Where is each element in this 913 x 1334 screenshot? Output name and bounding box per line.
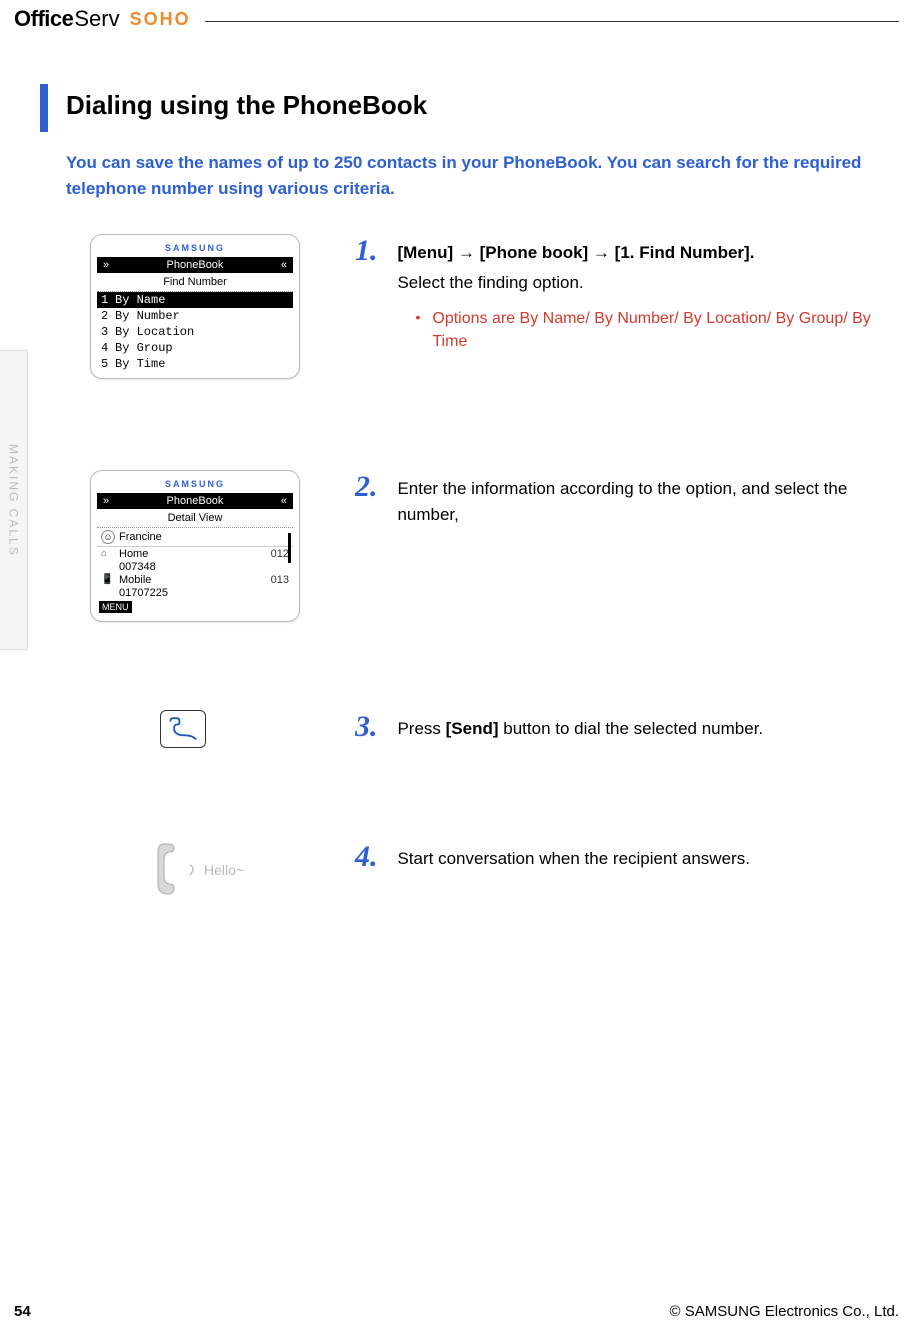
step1-menu-path: [Menu] → [Phone book] → [1. Find Number]… (397, 243, 754, 262)
phone1-titlebar: » PhoneBook « (97, 257, 293, 273)
phone2-nav-right: « (281, 495, 287, 507)
bullet-dot-icon: • (415, 307, 432, 353)
step2-number: 2. (355, 470, 393, 504)
page-subtitle: You can save the names of up to 250 cont… (66, 150, 893, 201)
phone1-row-2: 2By Number (97, 308, 293, 324)
phone1-title: PhoneBook (167, 259, 224, 271)
phone1-row-3: 3By Location (97, 324, 293, 340)
phone1-brand: SAMSUNG (97, 241, 293, 257)
hello-bubble: Hello~ (204, 862, 244, 878)
phone2-menu-softkey: MENU (99, 601, 132, 613)
phone-screenshot-1: SAMSUNG » PhoneBook « Find Number 1By Na… (90, 234, 300, 379)
step-3: 3. Press [Send] button to dial the selec… (90, 710, 883, 748)
phone2-mobile-prefix: 013 (271, 574, 289, 586)
step2-text: Enter the information according to the o… (397, 479, 847, 524)
phone2-home-prefix: 012 (271, 548, 289, 560)
section-tab: MAKING CALLS (0, 350, 28, 650)
title-block: Dialing using the PhoneBook You can save… (40, 80, 893, 201)
phone2-contact-name: Francine (119, 531, 162, 543)
page-title: Dialing using the PhoneBook (66, 80, 427, 121)
phone2-home-row: ⌂ Home 012 (97, 547, 293, 561)
brand-office: Office (14, 6, 73, 32)
brand-soho: SOHO (130, 9, 191, 30)
step3-bold: [Send] (446, 719, 499, 738)
phone2-brand: SAMSUNG (97, 477, 293, 493)
step-1: SAMSUNG » PhoneBook « Find Number 1By Na… (90, 234, 883, 379)
header-rule (205, 21, 899, 22)
handset-illustration: Hello~ (90, 840, 300, 900)
send-button-illustration (90, 710, 300, 748)
send-key-icon (160, 710, 206, 748)
handset-icon (150, 840, 190, 900)
scrollbar-indicator (288, 533, 291, 563)
phone2-mobile-label: Mobile (119, 574, 271, 586)
speech-mark-icon (188, 863, 198, 877)
phone1-nav-left: » (103, 259, 109, 271)
phone2-nav-left: » (103, 495, 109, 507)
step-2: SAMSUNG » PhoneBook « Detail View ☺ Fran… (90, 470, 883, 622)
phone2-home-number: 007348 (97, 561, 293, 573)
phone1-subhead: Find Number (97, 273, 293, 292)
section-tab-label: MAKING CALLS (7, 444, 21, 557)
step-4: Hello~ 4. Start conversation when the re… (90, 840, 883, 900)
title-accent-bar (40, 84, 48, 132)
step3-pre: Press (397, 719, 445, 738)
copyright: © SAMSUNG Electronics Co., Ltd. (670, 1303, 899, 1320)
home-icon: ⌂ (101, 548, 115, 560)
step1-sub: Select the finding option. (397, 270, 881, 296)
phone2-mobile-number: 01707225 (97, 587, 293, 599)
step1-bullet: • Options are By Name/ By Number/ By Loc… (415, 307, 881, 353)
phone1-row-4: 4By Group (97, 340, 293, 356)
contact-avatar-icon: ☺ (101, 530, 115, 544)
page-header: OfficeServ SOHO (14, 6, 899, 32)
page-number: 54 (14, 1303, 31, 1320)
phone2-home-label: Home (119, 548, 271, 560)
phone2-mobile-row: 📱 Mobile 013 (97, 573, 293, 587)
step1-number: 1. (355, 234, 393, 268)
phone2-contact-name-row: ☺ Francine (97, 528, 293, 547)
phone2-title: PhoneBook (167, 495, 224, 507)
step1-bullet-text: Options are By Name/ By Number/ By Locat… (432, 307, 881, 353)
page-footer: 54 © SAMSUNG Electronics Co., Ltd. (14, 1303, 899, 1320)
phone-screenshot-2: SAMSUNG » PhoneBook « Detail View ☺ Fran… (90, 470, 300, 622)
phone2-subhead: Detail View (97, 509, 293, 528)
phone2-titlebar: » PhoneBook « (97, 493, 293, 509)
phone1-row-5: 5By Time (97, 356, 293, 372)
step4-text: Start conversation when the recipient an… (397, 849, 749, 868)
step4-number: 4. (355, 840, 393, 874)
step3-post: button to dial the selected number. (499, 719, 764, 738)
mobile-icon: 📱 (101, 574, 115, 586)
phone1-nav-right: « (281, 259, 287, 271)
step3-number: 3. (355, 710, 393, 744)
phone1-row-1: 1By Name (97, 292, 293, 308)
brand-serv: Serv (74, 6, 119, 32)
